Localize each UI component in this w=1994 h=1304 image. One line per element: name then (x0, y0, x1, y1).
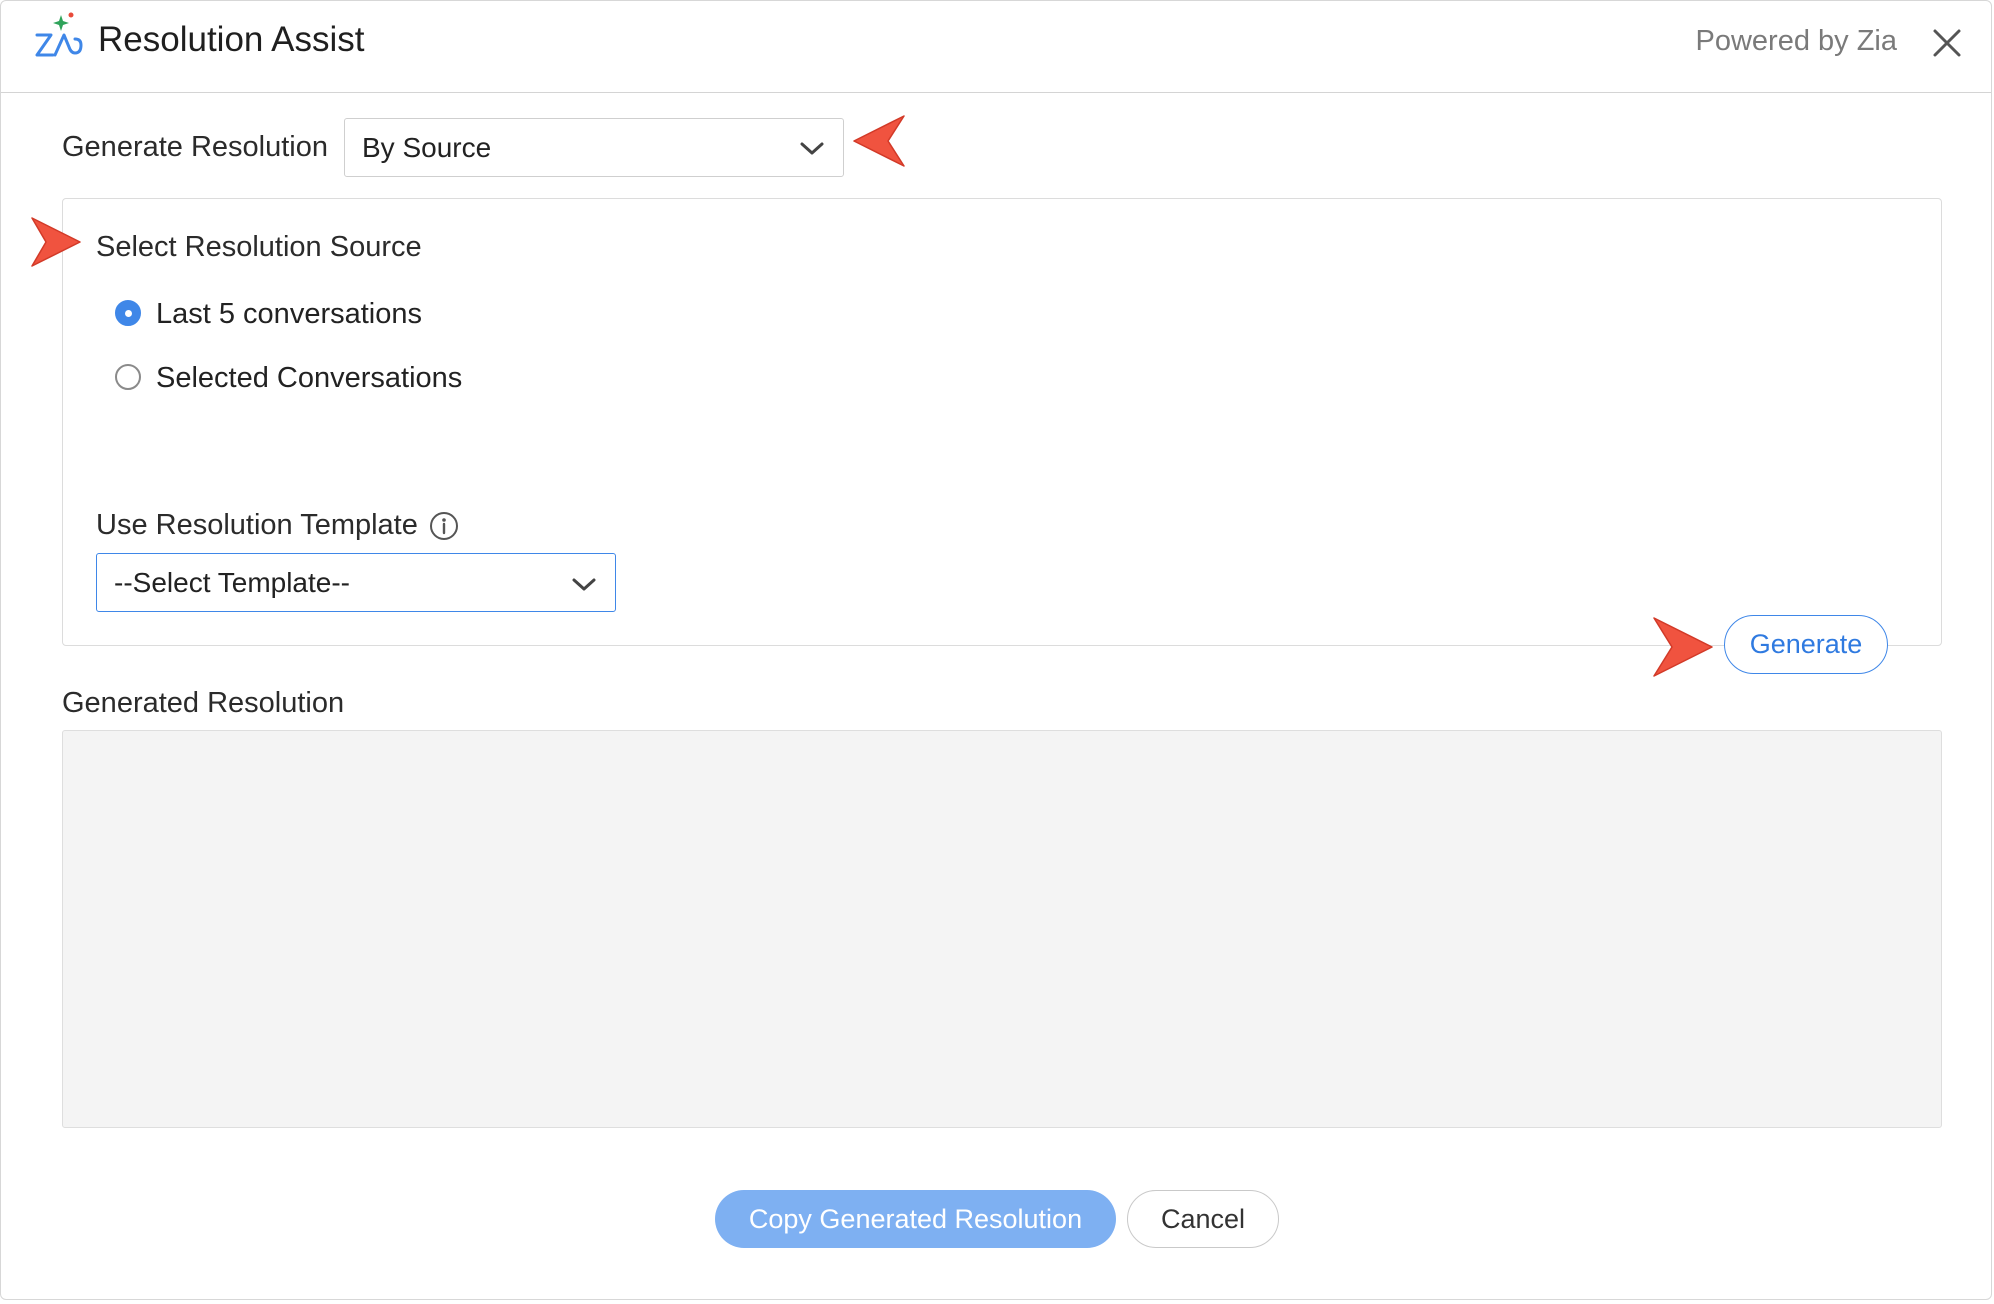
annotation-arrow-icon (1653, 617, 1713, 677)
radio-label: Last 5 conversations (156, 298, 422, 330)
dialog-header: Resolution Assist Powered by Zia (1, 1, 1991, 93)
generate-resolution-label: Generate Resolution (62, 131, 328, 163)
chevron-down-icon (800, 142, 824, 155)
template-select-value: --Select Template-- (114, 567, 351, 598)
generate-mode-select[interactable]: By Source (344, 118, 844, 177)
select-resolution-source-heading: Select Resolution Source (96, 231, 422, 263)
cancel-button[interactable]: Cancel (1127, 1190, 1279, 1248)
resolution-template-label: Use Resolution Template (96, 509, 418, 541)
radio-label: Selected Conversations (156, 362, 463, 394)
copy-generated-resolution-button[interactable]: Copy Generated Resolution (715, 1190, 1116, 1248)
generate-button[interactable]: Generate (1724, 615, 1888, 674)
zia-logo-icon (35, 12, 83, 57)
powered-by-text: Powered by Zia (1695, 25, 1898, 57)
info-icon[interactable] (429, 511, 459, 541)
generated-resolution-textarea[interactable] (62, 730, 1942, 1128)
template-select[interactable]: --Select Template-- (96, 553, 616, 612)
radio-unchecked-icon[interactable] (115, 364, 141, 390)
annotation-arrow-icon (31, 217, 81, 267)
dialog-title: Resolution Assist (98, 20, 365, 59)
generated-resolution-label: Generated Resolution (62, 687, 345, 719)
generate-mode-value: By Source (362, 132, 492, 163)
close-icon[interactable] (1931, 27, 1963, 59)
chevron-down-icon (572, 578, 596, 591)
annotation-arrow-icon (853, 115, 905, 167)
radio-checked-icon[interactable] (115, 300, 141, 326)
